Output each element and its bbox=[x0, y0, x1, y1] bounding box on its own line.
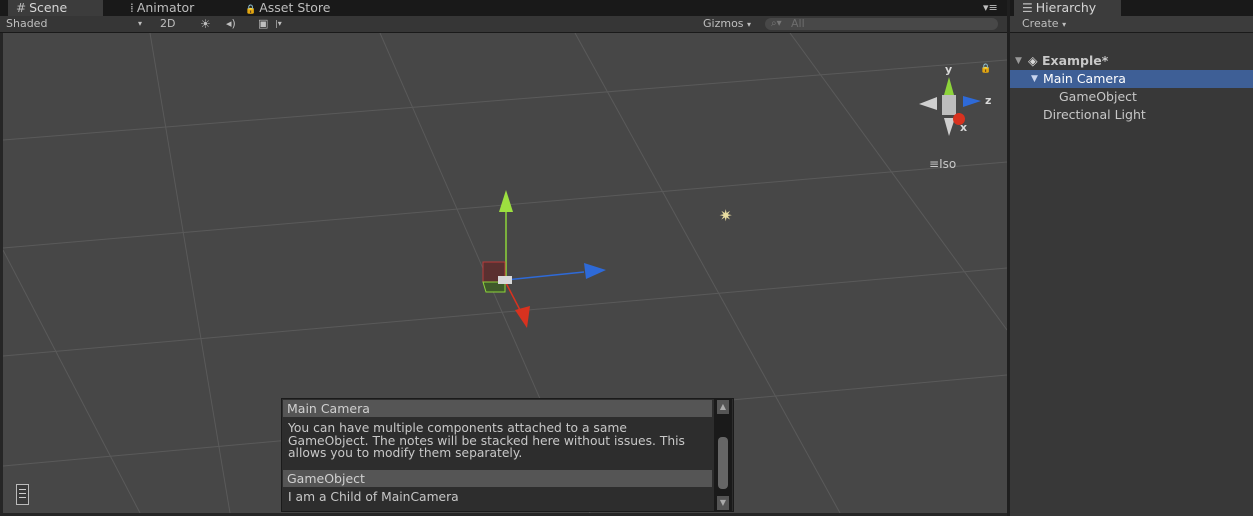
axis-y-label: y bbox=[945, 63, 953, 76]
search-placeholder: All bbox=[791, 17, 805, 30]
tab-asset-store[interactable]: 🔒 Asset Store bbox=[237, 0, 338, 16]
notes-toggle-icon[interactable] bbox=[16, 484, 29, 505]
expand-arrow-icon[interactable]: ▼ bbox=[1031, 70, 1038, 88]
mode-2d-button[interactable]: 2D bbox=[160, 16, 175, 32]
unity-scene-icon: ◈ bbox=[1028, 53, 1038, 68]
note-title-main-camera: Main Camera bbox=[287, 401, 370, 416]
orientation-gizmo[interactable]: y z x bbox=[911, 61, 991, 141]
tab-asset-store-label: Asset Store bbox=[259, 0, 331, 15]
tab-animator-label: Animator bbox=[136, 0, 195, 15]
mode-2d-label: 2D bbox=[160, 17, 176, 30]
hierarchy-tab-bar: ☰ Hierarchy bbox=[1010, 0, 1253, 16]
scroll-down-icon[interactable]: ▼ bbox=[717, 496, 729, 510]
grid-icon: # bbox=[16, 1, 27, 15]
create-chevron-icon: ▾ bbox=[1062, 20, 1067, 29]
tab-hierarchy-label: Hierarchy bbox=[1035, 0, 1097, 15]
effects-chevron-icon: |▾ bbox=[275, 19, 282, 28]
shading-label: Shaded bbox=[6, 17, 48, 30]
scene-tab-bar: # Scene ⁞ Animator 🔒 Asset Store ▾≡ bbox=[0, 0, 1007, 16]
shading-chevron-icon: ▾ bbox=[138, 19, 143, 28]
create-dropdown[interactable]: Create ▾ bbox=[1022, 16, 1066, 32]
note-body-gameobject: I am a Child of MainCamera bbox=[288, 490, 459, 504]
gizmos-label: Gizmos bbox=[703, 17, 744, 30]
search-icon: ⌕▾ bbox=[771, 18, 782, 29]
hierarchy-item-gameobject[interactable]: GameObject bbox=[1010, 88, 1253, 106]
note-body-main-camera: You can have multiple components attache… bbox=[288, 421, 685, 460]
panel-menu-icon[interactable]: ▾≡ bbox=[983, 1, 998, 17]
scene-name: Example* bbox=[1042, 53, 1109, 68]
hierarchy-panel: ☰ Hierarchy Create ▾ ▼ ◈ Example* ▼ Main … bbox=[1010, 0, 1253, 516]
expand-arrow-icon[interactable]: ▼ bbox=[1015, 52, 1022, 70]
scroll-up-icon[interactable]: ▲ bbox=[717, 400, 729, 414]
tab-scene[interactable]: # Scene bbox=[8, 0, 103, 16]
create-label: Create bbox=[1022, 17, 1059, 30]
lighting-toggle-icon[interactable]: ☀ bbox=[200, 16, 211, 32]
scene-panel: # Scene ⁞ Animator 🔒 Asset Store ▾≡ Shaded … bbox=[0, 0, 1007, 516]
projection-label: Iso bbox=[939, 157, 957, 171]
effects-toggle-icon[interactable]: ▣ bbox=[258, 16, 268, 32]
hierarchy-item-main-camera[interactable]: ▼ Main Camera bbox=[1010, 70, 1253, 88]
scene-toolbar: Shaded ▾ 2D ☀ ◂) ▣ |▾ Gizmos ▾ ⌕▾ All bbox=[0, 16, 1007, 33]
tab-hierarchy[interactable]: ☰ Hierarchy bbox=[1014, 0, 1121, 16]
move-tool-gizmo[interactable] bbox=[470, 180, 630, 340]
directional-light-icon[interactable]: ✷ bbox=[719, 206, 732, 225]
gizmos-chevron-icon: ▾ bbox=[747, 20, 752, 29]
shading-dropdown[interactable]: Shaded bbox=[6, 16, 47, 32]
tab-animator[interactable]: ⁞ Animator bbox=[122, 0, 202, 16]
audio-toggle-icon[interactable]: ◂) bbox=[226, 16, 236, 32]
scene-search-input[interactable]: ⌕▾ All bbox=[765, 17, 998, 30]
projection-toggle[interactable]: ≡Iso bbox=[929, 157, 956, 171]
note-title: GameObject bbox=[283, 470, 712, 487]
gizmos-dropdown[interactable]: Gizmos ▾ bbox=[703, 16, 751, 32]
animator-icon: ⁞ bbox=[130, 1, 134, 15]
hierarchy-item-label: Directional Light bbox=[1043, 107, 1146, 122]
tab-scene-label: Scene bbox=[29, 0, 68, 15]
axis-x-label: x bbox=[960, 121, 968, 134]
lock-icon: 🔒 bbox=[245, 5, 257, 15]
hierarchy-toolbar: Create ▾ bbox=[1010, 16, 1253, 33]
hierarchy-item-label: GameObject bbox=[1059, 89, 1137, 104]
hierarchy-icon: ☰ bbox=[1022, 1, 1033, 15]
notes-panel: Main Camera You can have multiple compon… bbox=[281, 398, 734, 512]
scrollbar-thumb[interactable] bbox=[718, 437, 728, 489]
scene-root-row[interactable]: ▼ ◈ Example* bbox=[1010, 52, 1253, 70]
note-body: I am a Child of MainCamera bbox=[283, 488, 712, 508]
projection-menu-icon: ≡ bbox=[929, 157, 940, 171]
note-body: You can have multiple components attache… bbox=[283, 419, 712, 468]
note-title: Main Camera bbox=[283, 400, 712, 417]
hierarchy-item-directional-light[interactable]: Directional Light bbox=[1010, 106, 1253, 124]
note-title-gameobject: GameObject bbox=[287, 471, 365, 486]
gizmo-lock-icon[interactable]: 🔒 bbox=[980, 64, 991, 74]
hierarchy-item-label: Main Camera bbox=[1043, 71, 1126, 86]
axis-z-label: z bbox=[985, 94, 992, 107]
notes-scrollbar[interactable]: ▲ ▼ bbox=[714, 399, 732, 511]
